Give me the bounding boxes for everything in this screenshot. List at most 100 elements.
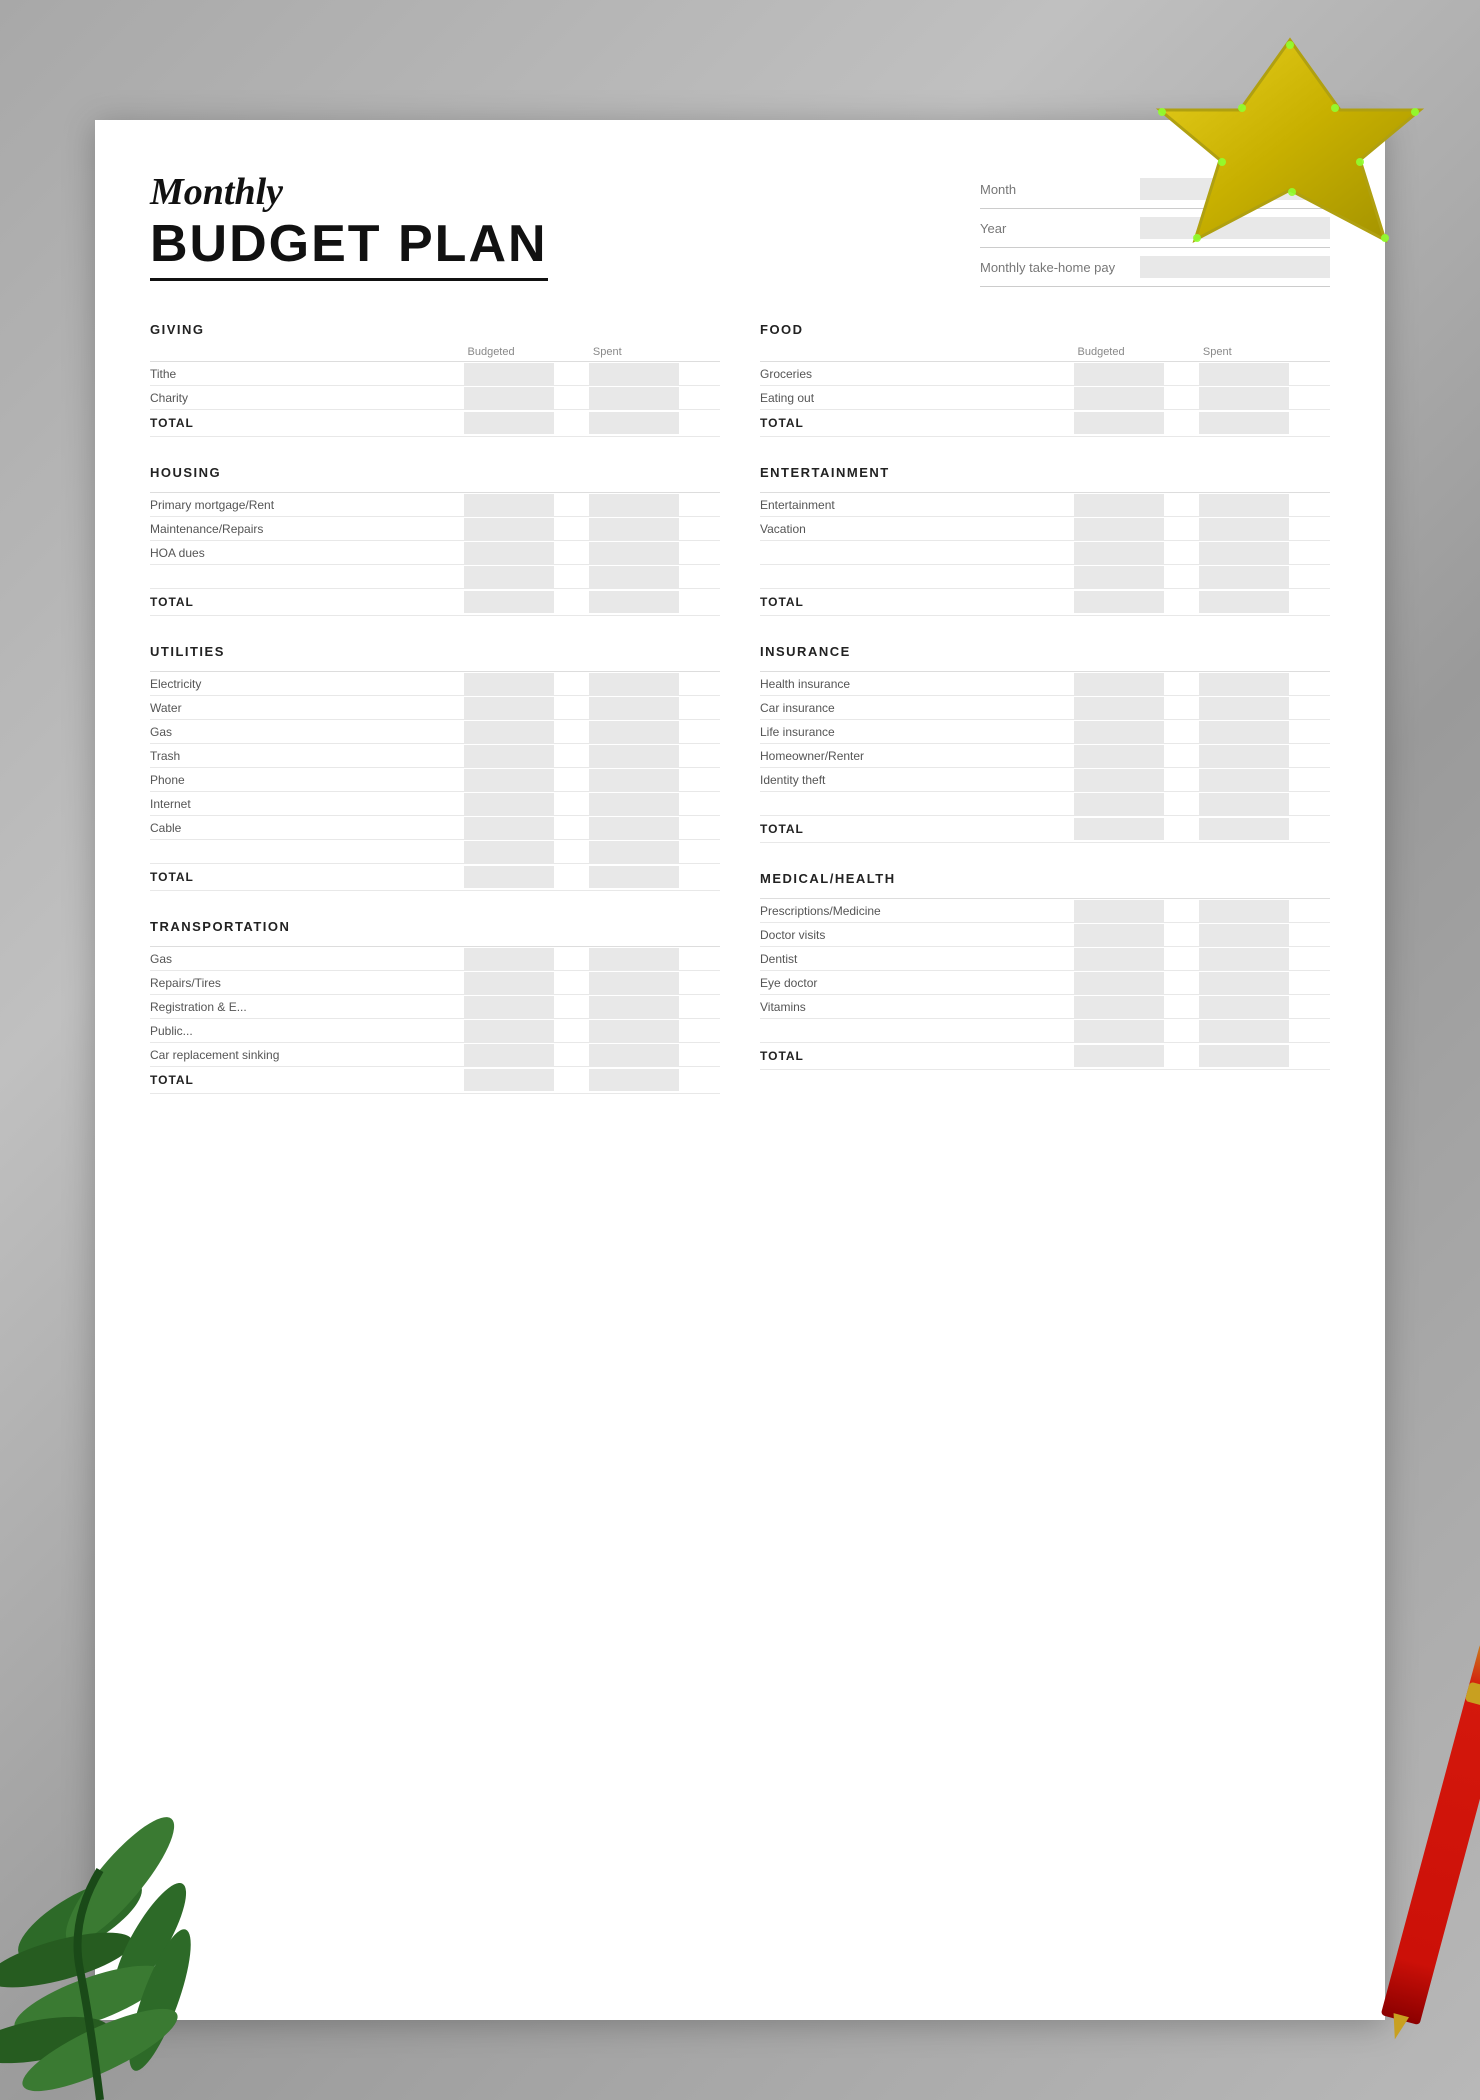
medical-row-6-budgeted[interactable] xyxy=(1074,1020,1164,1042)
entertainment-row-4-budgeted[interactable] xyxy=(1074,566,1164,588)
entertainment-total-budgeted[interactable] xyxy=(1074,591,1164,613)
transport-row-4-budgeted[interactable] xyxy=(464,1020,554,1042)
insurance-total-budgeted[interactable] xyxy=(1074,818,1164,840)
insurance-row-4-label: Homeowner/Renter xyxy=(760,744,1074,768)
entertainment-row-2-budgeted[interactable] xyxy=(1074,518,1164,540)
transport-row-5-spent[interactable] xyxy=(589,1044,679,1066)
insurance-row-3-spent[interactable] xyxy=(1199,721,1289,743)
housing-row-1-budgeted[interactable] xyxy=(464,494,554,516)
medical-row-6-spent[interactable] xyxy=(1199,1020,1289,1042)
insurance-row-5-budgeted[interactable] xyxy=(1074,769,1164,791)
giving-total-spent[interactable] xyxy=(589,412,679,434)
insurance-row-6-spent[interactable] xyxy=(1199,793,1289,815)
transport-total-spent[interactable] xyxy=(589,1069,679,1091)
giving-row-2-spent[interactable] xyxy=(589,387,679,409)
table-row: Registration & E... xyxy=(150,995,720,1019)
insurance-row-1-spent[interactable] xyxy=(1199,673,1289,695)
housing-row-4-spent[interactable] xyxy=(589,566,679,588)
utilities-total-spent[interactable] xyxy=(589,866,679,888)
transport-row-2-spent[interactable] xyxy=(589,972,679,994)
housing-row-1-spent[interactable] xyxy=(589,494,679,516)
medical-total-spent[interactable] xyxy=(1199,1045,1289,1067)
transport-row-3-budgeted[interactable] xyxy=(464,996,554,1018)
utilities-row-8-spent[interactable] xyxy=(589,841,679,863)
entertainment-row-2-spent[interactable] xyxy=(1199,518,1289,540)
medical-row-6-label xyxy=(760,1019,1074,1043)
utilities-row-5-budgeted[interactable] xyxy=(464,769,554,791)
giving-total-budgeted[interactable] xyxy=(464,412,554,434)
medical-row-5-spent[interactable] xyxy=(1199,996,1289,1018)
utilities-row-4-budgeted[interactable] xyxy=(464,745,554,767)
utilities-row-7-budgeted[interactable] xyxy=(464,817,554,839)
entertainment-total-spent[interactable] xyxy=(1199,591,1289,613)
medical-row-1-spent[interactable] xyxy=(1199,900,1289,922)
transport-row-5-budgeted[interactable] xyxy=(464,1044,554,1066)
housing-row-2-spent[interactable] xyxy=(589,518,679,540)
giving-total-row: TOTAL xyxy=(150,410,720,437)
insurance-row-4-budgeted[interactable] xyxy=(1074,745,1164,767)
utilities-row-8-budgeted[interactable] xyxy=(464,841,554,863)
entertainment-row-3-budgeted[interactable] xyxy=(1074,542,1164,564)
utilities-row-3-spent[interactable] xyxy=(589,721,679,743)
housing-total-budgeted[interactable] xyxy=(464,591,554,613)
insurance-row-6-budgeted[interactable] xyxy=(1074,793,1164,815)
food-row-1-budgeted[interactable] xyxy=(1074,363,1164,385)
giving-row-1-budgeted[interactable] xyxy=(464,363,554,385)
giving-row-2-budgeted[interactable] xyxy=(464,387,554,409)
entertainment-row-3-spent[interactable] xyxy=(1199,542,1289,564)
food-total-label: TOTAL xyxy=(760,410,1074,437)
entertainment-row-1-spent[interactable] xyxy=(1199,494,1289,516)
housing-row-4-budgeted[interactable] xyxy=(464,566,554,588)
utilities-row-4-spent[interactable] xyxy=(589,745,679,767)
section-transportation-title: TRANSPORTATION xyxy=(150,919,720,934)
medical-row-3-budgeted[interactable] xyxy=(1074,948,1164,970)
utilities-row-2-spent[interactable] xyxy=(589,697,679,719)
food-total-spent[interactable] xyxy=(1199,412,1289,434)
insurance-row-4-spent[interactable] xyxy=(1199,745,1289,767)
utilities-row-1-spent[interactable] xyxy=(589,673,679,695)
utilities-row-3-budgeted[interactable] xyxy=(464,721,554,743)
medical-total-row: TOTAL xyxy=(760,1043,1330,1070)
medical-row-1-budgeted[interactable] xyxy=(1074,900,1164,922)
insurance-row-1-budgeted[interactable] xyxy=(1074,673,1164,695)
entertainment-row-1-budgeted[interactable] xyxy=(1074,494,1164,516)
utilities-total-budgeted[interactable] xyxy=(464,866,554,888)
utilities-row-1-budgeted[interactable] xyxy=(464,673,554,695)
medical-total-budgeted[interactable] xyxy=(1074,1045,1164,1067)
section-food-title: FOOD xyxy=(760,322,1330,337)
giving-row-1-spent[interactable] xyxy=(589,363,679,385)
medical-row-4-spent[interactable] xyxy=(1199,972,1289,994)
housing-row-2-budgeted[interactable] xyxy=(464,518,554,540)
food-row-1-spent[interactable] xyxy=(1199,363,1289,385)
medical-row-2-budgeted[interactable] xyxy=(1074,924,1164,946)
insurance-row-2-budgeted[interactable] xyxy=(1074,697,1164,719)
transport-total-budgeted[interactable] xyxy=(464,1069,554,1091)
transport-row-1-spent[interactable] xyxy=(589,948,679,970)
medical-row-5-budgeted[interactable] xyxy=(1074,996,1164,1018)
insurance-row-5-spent[interactable] xyxy=(1199,769,1289,791)
food-row-2-spent[interactable] xyxy=(1199,387,1289,409)
housing-row-3-budgeted[interactable] xyxy=(464,542,554,564)
medical-row-4-budgeted[interactable] xyxy=(1074,972,1164,994)
food-row-2-budgeted[interactable] xyxy=(1074,387,1164,409)
utilities-row-7-spent[interactable] xyxy=(589,817,679,839)
section-food: FOOD Budgeted Spent Groceries xyxy=(760,322,1330,437)
insurance-row-2-spent[interactable] xyxy=(1199,697,1289,719)
medical-row-3-spent[interactable] xyxy=(1199,948,1289,970)
insurance-row-3-budgeted[interactable] xyxy=(1074,721,1164,743)
transport-row-1-budgeted[interactable] xyxy=(464,948,554,970)
utilities-row-6-spent[interactable] xyxy=(589,793,679,815)
transport-row-4-spent[interactable] xyxy=(589,1020,679,1042)
housing-row-3-spent[interactable] xyxy=(589,542,679,564)
insurance-total-spent[interactable] xyxy=(1199,818,1289,840)
food-total-budgeted[interactable] xyxy=(1074,412,1164,434)
transport-row-3-spent[interactable] xyxy=(589,996,679,1018)
transport-row-2-budgeted[interactable] xyxy=(464,972,554,994)
housing-total-spent[interactable] xyxy=(589,591,679,613)
utilities-row-2-budgeted[interactable] xyxy=(464,697,554,719)
medical-row-2-spent[interactable] xyxy=(1199,924,1289,946)
utilities-row-6-budgeted[interactable] xyxy=(464,793,554,815)
utilities-row-5-spent[interactable] xyxy=(589,769,679,791)
transport-row-4-label: Public... xyxy=(150,1019,464,1043)
entertainment-row-4-spent[interactable] xyxy=(1199,566,1289,588)
